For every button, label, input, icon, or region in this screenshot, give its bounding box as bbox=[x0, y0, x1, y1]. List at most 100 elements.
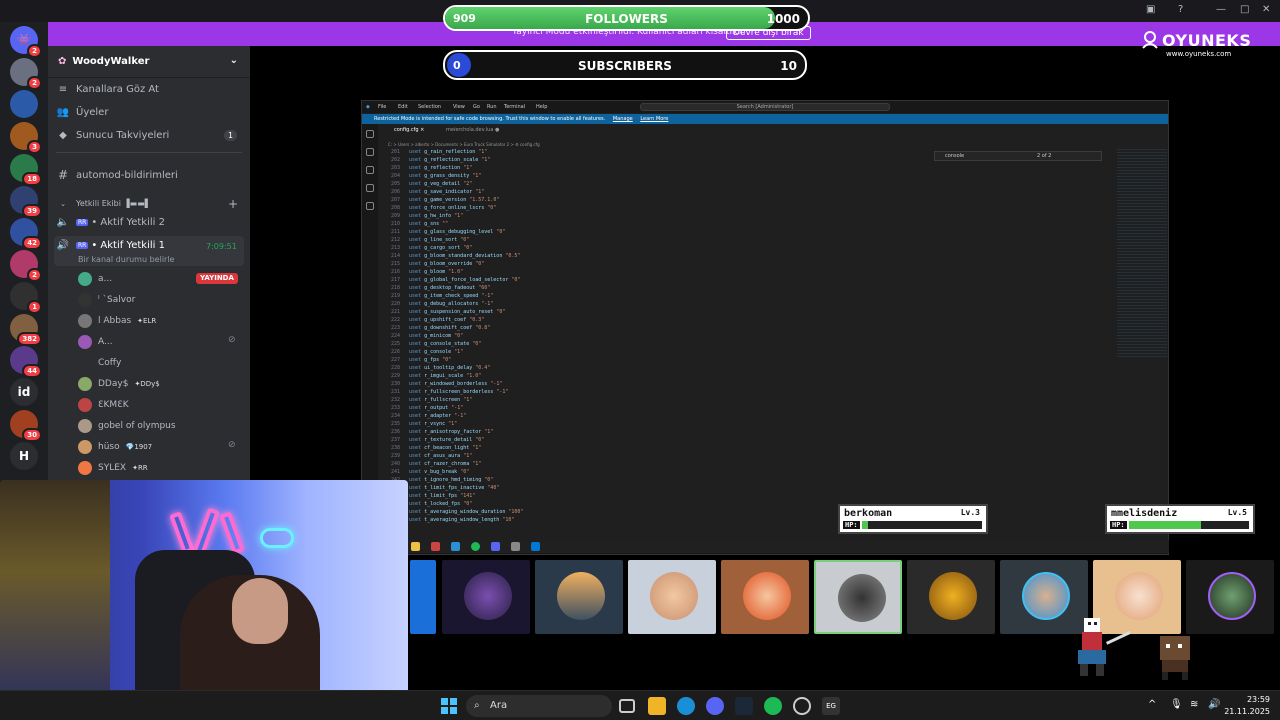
tab-config[interactable]: config.cfg × bbox=[394, 127, 424, 133]
voice-user[interactable]: l Abbas ✦ELR bbox=[78, 314, 156, 328]
settings-icon[interactable] bbox=[793, 697, 811, 715]
code-line[interactable]: uset g_rain_reflection "1" bbox=[409, 148, 487, 156]
steam-icon[interactable] bbox=[735, 697, 753, 715]
code-line[interactable]: uset r_fullscreen "1" bbox=[409, 396, 472, 404]
command-search[interactable]: Search [Administrator] bbox=[640, 103, 890, 111]
code-line[interactable]: uset r_anisotropy_factor "1" bbox=[409, 428, 493, 436]
server-icon[interactable]: 18 bbox=[10, 154, 42, 186]
code-line[interactable]: uset g_item_check_speed "-1" bbox=[409, 292, 493, 300]
code-line[interactable]: uset t_ignore_hmd_timing "0" bbox=[409, 476, 493, 484]
voice-status[interactable]: Bir kanal durumu belirle bbox=[78, 255, 174, 264]
code-line[interactable]: uset g_grass_density "1" bbox=[409, 172, 481, 180]
breadcrumb[interactable]: C: > Users > alberto > Documents > Euro … bbox=[388, 142, 540, 147]
code-line[interactable]: uset g_bloom_standard_deviation "0.5" bbox=[409, 252, 520, 260]
maximize-icon[interactable]: □ bbox=[1240, 4, 1249, 15]
menu-item[interactable]: Edit bbox=[398, 104, 408, 110]
nav-members[interactable]: 👥 Üyeler bbox=[56, 107, 109, 118]
nav-server-boosts[interactable]: ◆ Sunucu Takviyeleri 1 bbox=[56, 130, 238, 141]
code-line[interactable]: uset g_cargo_sort "0" bbox=[409, 244, 472, 252]
menu-item[interactable]: Terminal bbox=[504, 104, 525, 110]
code-line[interactable]: uset v_bug_break "0" bbox=[409, 468, 469, 476]
server-icon[interactable]: 2 bbox=[10, 250, 42, 282]
code-line[interactable]: uset g_fps "0" bbox=[409, 356, 451, 364]
server-icon[interactable]: 42 bbox=[10, 218, 42, 250]
spotify-icon[interactable] bbox=[764, 697, 782, 715]
code-line[interactable]: uset g_upshift_coef "0.3" bbox=[409, 316, 484, 324]
code-line[interactable]: uset t_averaging_window_duration "100" bbox=[409, 508, 523, 516]
help-icon[interactable]: ? bbox=[1178, 4, 1183, 15]
voice-user[interactable]: a... bbox=[78, 272, 112, 286]
menu-item[interactable]: Help bbox=[536, 104, 547, 110]
server-icon[interactable]: 1 bbox=[10, 282, 42, 314]
code-line[interactable]: uset g_bloom "1.0" bbox=[409, 268, 463, 276]
code-line[interactable]: uset r_output "-1" bbox=[409, 404, 463, 412]
code-line[interactable]: uset g_minicom "0" bbox=[409, 332, 463, 340]
server-icon[interactable]: 382 bbox=[10, 314, 42, 346]
close-icon[interactable]: ✕ bbox=[1262, 4, 1270, 15]
menu-item[interactable]: Go bbox=[473, 104, 480, 110]
code-line[interactable]: uset r_texture_detail "0" bbox=[409, 436, 484, 444]
voice-channel-1[interactable]: 🔊 RR • Aktif Yetkili 1 bbox=[56, 240, 165, 251]
code-editor[interactable]: 201 uset g_rain_reflection "1" 202 uset g_r… bbox=[378, 148, 1118, 528]
search-icon[interactable] bbox=[366, 148, 374, 156]
find-widget[interactable]: console 2 of 2 bbox=[934, 151, 1102, 161]
code-line[interactable]: uset r_adapter "-1" bbox=[409, 412, 466, 420]
code-line[interactable]: uset t_limit_fps_inactive "40" bbox=[409, 484, 499, 492]
voice-user[interactable]: A... bbox=[78, 335, 113, 349]
task-view-icon[interactable] bbox=[619, 699, 635, 713]
code-line[interactable]: uset g_reflection "1" bbox=[409, 164, 472, 172]
start-icon[interactable] bbox=[440, 697, 458, 715]
menu-item[interactable]: Selection bbox=[418, 104, 441, 110]
minimize-icon[interactable]: — bbox=[1216, 4, 1226, 15]
chevron-down-icon[interactable]: ⌄ bbox=[230, 55, 238, 66]
code-line[interactable]: uset r_vsync "1" bbox=[409, 420, 457, 428]
volume-icon[interactable]: 🔊 bbox=[1208, 699, 1220, 710]
microphone-icon[interactable]: 🎙 bbox=[1170, 699, 1183, 710]
find-input[interactable]: console bbox=[945, 153, 964, 159]
code-line[interactable]: uset t_locked_fps "0" bbox=[409, 500, 472, 508]
code-line[interactable]: uset ui_tooltip_delay "0.4" bbox=[409, 364, 490, 372]
code-line[interactable]: uset t_averaging_window_length "10" bbox=[409, 516, 514, 524]
code-line[interactable]: uset g_desktop_fadeout "60" bbox=[409, 284, 490, 292]
server-icon[interactable]: 44 bbox=[10, 346, 42, 378]
code-line[interactable]: uset r_fullscreen_borderless "-1" bbox=[409, 388, 508, 396]
voice-user[interactable]: hüso 💎1907 bbox=[78, 440, 152, 454]
manage-link[interactable]: Manage bbox=[613, 116, 633, 122]
add-channel-icon[interactable]: + bbox=[228, 197, 238, 211]
voice-user[interactable]: DDay$ ✦DDy$ bbox=[78, 377, 160, 391]
code-line[interactable]: uset g_console "1" bbox=[409, 348, 463, 356]
code-line[interactable]: uset g_veg_detail "2" bbox=[409, 180, 472, 188]
server-icon[interactable]: 2 bbox=[10, 58, 42, 90]
server-icon[interactable]: 30 bbox=[10, 410, 42, 442]
code-line[interactable]: uset g_glass_debugging_level "0" bbox=[409, 228, 505, 236]
taskbar-search[interactable]: ⌕ Ara bbox=[466, 695, 612, 717]
file-explorer-icon[interactable] bbox=[648, 697, 666, 715]
server-icon[interactable]: 3 bbox=[10, 122, 42, 154]
code-line[interactable]: uset g_game_version "1.57.1.0" bbox=[409, 196, 499, 204]
voice-user[interactable]: ƐKMƐK bbox=[78, 398, 129, 412]
code-line[interactable]: uset g_global_force_load_selector "0" bbox=[409, 276, 520, 284]
code-line[interactable]: uset g_sns "" bbox=[409, 220, 448, 228]
epic-games-icon[interactable]: EG bbox=[822, 697, 840, 715]
wifi-icon[interactable]: ≋ bbox=[1190, 699, 1198, 710]
code-line[interactable]: uset cf_asus_aura "1" bbox=[409, 452, 472, 460]
extensions-icon[interactable] bbox=[366, 202, 374, 210]
channel-automod[interactable]: # automod-bildirimleri bbox=[56, 168, 178, 182]
voice-user[interactable]: SYLEX ✦RR bbox=[78, 461, 148, 475]
code-line[interactable]: uset g_console_state "0" bbox=[409, 340, 481, 348]
code-line[interactable]: uset g_force_online_lscrs "0" bbox=[409, 204, 496, 212]
category-header[interactable]: ⌄ Yetkili Ekibi ▐▬▬▌ bbox=[56, 199, 151, 208]
code-line[interactable]: uset cf_beacon_light "1" bbox=[409, 444, 481, 452]
server-icon[interactable]: H bbox=[10, 442, 38, 470]
tab-lua[interactable]: meierchola.dev.lua ● bbox=[446, 127, 499, 133]
code-line[interactable]: uset g_reflection_scale "1" bbox=[409, 156, 490, 164]
code-line[interactable]: uset r_windowed_borderless "-1" bbox=[409, 380, 502, 388]
source-control-icon[interactable] bbox=[366, 166, 374, 174]
code-line[interactable]: uset g_hw_info "1" bbox=[409, 212, 463, 220]
server-icon[interactable]: id bbox=[10, 378, 38, 406]
explorer-icon[interactable] bbox=[366, 130, 374, 138]
code-line[interactable]: uset g_save_indicator "1" bbox=[409, 188, 484, 196]
code-line[interactable]: uset t_limit_fps "141" bbox=[409, 492, 475, 500]
edge-icon[interactable] bbox=[677, 697, 695, 715]
code-line[interactable]: uset cf_razer_chroma "1" bbox=[409, 460, 481, 468]
